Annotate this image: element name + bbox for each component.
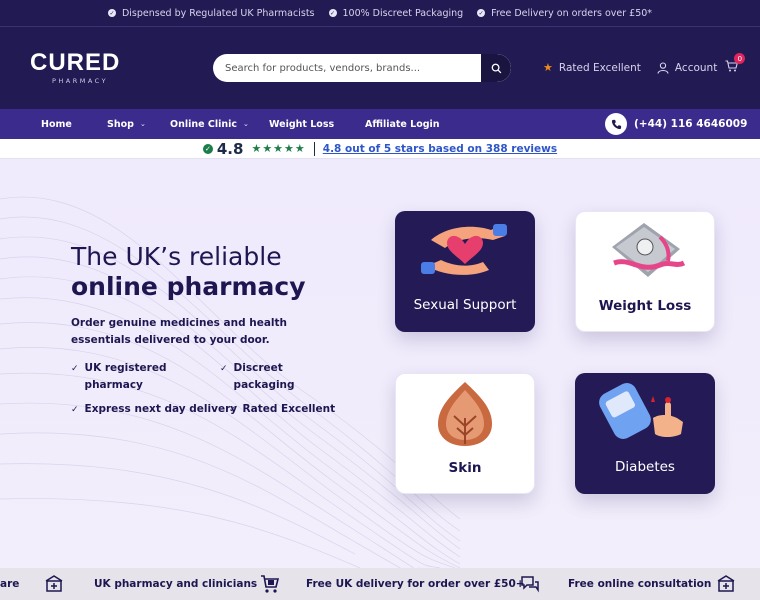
category-label: Weight Loss: [598, 298, 692, 314]
feature-label: Rated Excellent: [242, 403, 336, 415]
nav-affiliate-login[interactable]: Affiliate Login: [365, 119, 440, 130]
logo-word: CURED: [30, 49, 121, 76]
announcement-bar: ✓ Dispensed by Regulated UK Pharmacists …: [0, 0, 760, 27]
phone-link[interactable]: (+44) 116 4646009: [605, 113, 747, 135]
category-card-weight-loss[interactable]: Weight Loss: [575, 211, 715, 332]
hands-heart-icon: [395, 211, 535, 291]
feature-label: UK registered pharmacy: [84, 362, 167, 391]
nav-home[interactable]: Home: [41, 119, 72, 130]
hero-description: Order genuine medicines and health essen…: [71, 317, 288, 346]
check-icon: ✓: [229, 405, 237, 415]
search-icon: [491, 63, 501, 73]
header-actions: ★ Rated Excellent Account 0: [543, 53, 746, 75]
nav-label: Home: [41, 118, 72, 130]
rated-label: Rated Excellent: [558, 61, 641, 74]
nav-online-clinic[interactable]: Online Clinic ⌄: [170, 119, 249, 130]
account-label: Account: [674, 61, 718, 74]
hero-title-bold: online pharmacy: [71, 272, 306, 301]
feature-item: ✓ UK registered pharmacy: [71, 360, 191, 394]
announcement-text: Dispensed by Regulated UK Pharmacists: [121, 7, 315, 19]
skin-layers-icon: [396, 374, 534, 454]
check-circle-icon: ✓: [107, 9, 116, 17]
nav-label: Shop: [107, 118, 134, 130]
announcement-item: ✓ Dispensed by Regulated UK Pharmacists: [107, 7, 315, 19]
feature-item: ✓ Discreet packaging: [220, 360, 320, 394]
logo-subtitle: PHARMACY: [51, 77, 109, 85]
review-score-value: 4.8: [216, 139, 244, 158]
phone-icon: [605, 113, 627, 135]
main-nav: Home Shop ⌄ Online Clinic ⌄ Weight Loss Af…: [0, 109, 760, 139]
category-card-sexual-support[interactable]: Sexual Support: [395, 211, 535, 332]
usp-marquee: are UK pharmacy and clinicians Free UK d…: [0, 568, 760, 600]
nav-weight-loss[interactable]: Weight Loss: [269, 119, 334, 130]
site-header: CURED PHARMACY ★ Rated Excellent Account…: [0, 27, 760, 109]
pharmacy-icon: [45, 575, 63, 592]
star-icon: ★: [543, 61, 553, 74]
feature-label: Express next day delivery: [84, 403, 238, 415]
review-stars: ★★★★★: [251, 142, 306, 155]
category-label: Sexual Support: [413, 297, 517, 313]
pharmacy-icon: [717, 575, 735, 592]
phone-number: (+44) 116 4646009: [634, 118, 748, 130]
user-icon: [657, 61, 669, 74]
search-button[interactable]: [481, 54, 511, 82]
check-icon: ✓: [71, 364, 79, 374]
nav-label: Affiliate Login: [365, 118, 440, 130]
rated-excellent[interactable]: ★ Rated Excellent: [543, 61, 641, 74]
chevron-down-icon: ⌄: [139, 120, 146, 128]
marquee-item: Free online consultation: [568, 578, 712, 590]
feature-item: ✓ Express next day delivery: [71, 401, 237, 419]
check-circle-icon: ✓: [328, 9, 337, 17]
marquee-item: Free UK delivery for order over £50+: [306, 578, 525, 590]
chevron-down-icon: ⌄: [243, 120, 249, 128]
reviews-strip: ✓ 4.8 ★★★★★ 4.8 out of 5 stars based on …: [0, 139, 760, 159]
marquee-fragment: are: [0, 578, 20, 590]
category-card-skin[interactable]: Skin: [395, 373, 535, 494]
announcement-item: ✓ 100% Discreet Packaging: [328, 7, 464, 19]
feature-label: Discreet packaging: [233, 362, 295, 391]
cart-count-badge: 0: [734, 53, 746, 64]
nav-label: Online Clinic: [170, 118, 238, 130]
marquee-item: UK pharmacy and clinicians: [94, 578, 258, 590]
category-label: Diabetes: [615, 459, 675, 475]
account-link[interactable]: Account: [657, 62, 717, 74]
delivery-cart-icon: [261, 575, 280, 593]
nav-label: Weight Loss: [269, 118, 335, 130]
scale-tape-icon: [576, 212, 714, 292]
announcement-item: ✓ Free Delivery on orders over £50*: [477, 8, 652, 19]
cart-button[interactable]: 0: [725, 53, 746, 75]
search-bar: [213, 54, 511, 82]
announcement-text: 100% Discreet Packaging: [342, 7, 464, 19]
consultation-chat-icon: [521, 576, 539, 593]
category-label: Skin: [448, 460, 482, 476]
glucose-meter-icon: [575, 373, 715, 453]
check-icon: ✓: [71, 405, 79, 415]
review-score: ✓ 4.8: [202, 139, 244, 158]
hero-section: The UK’s reliable online pharmacy Order …: [0, 159, 760, 568]
check-circle-icon: ✓: [477, 9, 486, 17]
feature-item: ✓ Rated Excellent: [229, 401, 335, 419]
search-input[interactable]: [213, 54, 481, 82]
verified-check-icon: ✓: [202, 143, 213, 154]
check-icon: ✓: [220, 364, 228, 374]
announcement-text: Free Delivery on orders over £50*: [491, 7, 653, 19]
category-card-diabetes[interactable]: Diabetes: [575, 373, 715, 494]
divider: [313, 141, 315, 156]
reviews-link[interactable]: 4.8 out of 5 stars based on 388 reviews: [323, 143, 557, 155]
nav-shop[interactable]: Shop ⌄: [107, 119, 146, 130]
logo[interactable]: CURED PHARMACY: [30, 49, 130, 86]
hero-title: The UK’s reliable: [71, 242, 282, 271]
